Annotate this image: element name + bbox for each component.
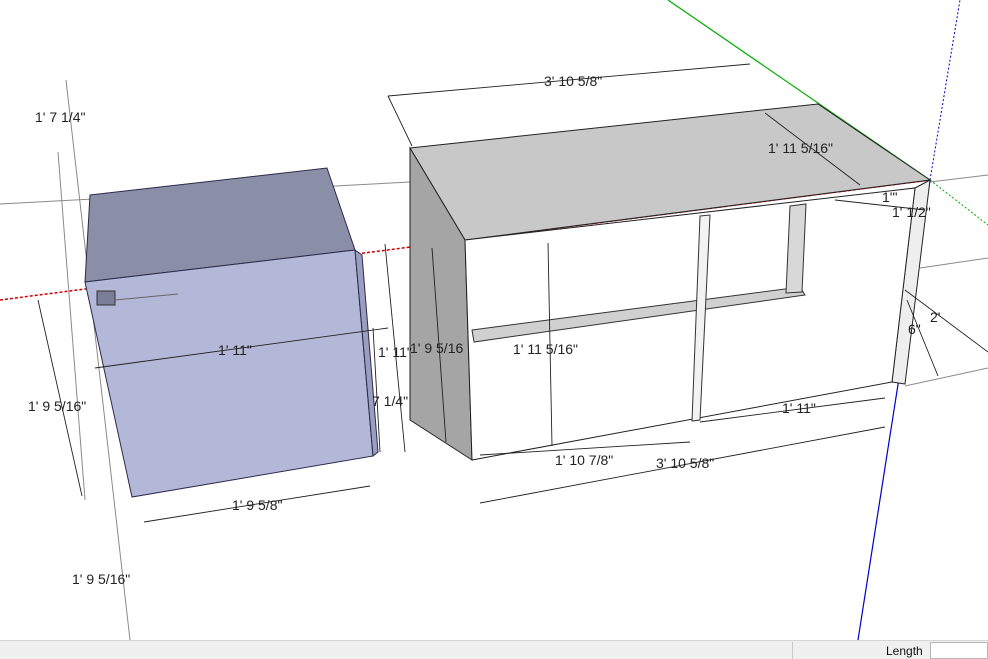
selected-box[interactable] bbox=[84, 167, 379, 498]
y-axis-green-dotted bbox=[929, 179, 988, 226]
dim-label: 1' 1/2" bbox=[892, 204, 931, 220]
box-face-marker bbox=[96, 290, 116, 306]
dim-label: 1' 11 5/16" bbox=[513, 341, 578, 357]
measurements-label: Length bbox=[886, 644, 923, 658]
dim-label: 1' 9 5/16 bbox=[410, 340, 463, 356]
z-axis-blue-dotted bbox=[929, 0, 961, 181]
dim-label: 1' 11 5/16" bbox=[768, 140, 833, 156]
cabinet-model[interactable] bbox=[409, 103, 932, 461]
dim-label: 1'" bbox=[882, 189, 897, 205]
dim-label: 6" bbox=[908, 321, 921, 337]
status-bar-separator bbox=[792, 642, 793, 659]
dim-label: 3' 10 5/8" bbox=[656, 455, 714, 471]
dim-label: 1' 11" bbox=[218, 342, 252, 358]
dim-label: 1' 11" bbox=[378, 344, 412, 360]
dim-label: 1' 7 1/4" bbox=[35, 109, 85, 125]
dim-label: 1' 11" bbox=[782, 400, 816, 416]
model-viewport[interactable]: 1' 7 1/4" 1' 9 5/16" 1' 11" 1' 11" 7 1/4… bbox=[0, 0, 988, 640]
measurements-input[interactable] bbox=[930, 642, 988, 659]
dim-label: 2' bbox=[930, 309, 940, 325]
dim-label: 1' 9 5/16" bbox=[72, 571, 130, 587]
status-bar: Length bbox=[0, 640, 988, 659]
box-front-face[interactable] bbox=[84, 249, 374, 498]
dim-label: 1' 10 7/8" bbox=[555, 452, 613, 468]
dim-label: 1' 9 5/8" bbox=[232, 497, 282, 513]
dim-label: 3' 10 5/8" bbox=[544, 73, 602, 89]
dim-label: 1' 9 5/16" bbox=[28, 398, 86, 414]
cabinet-inner-post bbox=[785, 203, 807, 294]
dim-label: 7 1/4" bbox=[372, 393, 408, 409]
